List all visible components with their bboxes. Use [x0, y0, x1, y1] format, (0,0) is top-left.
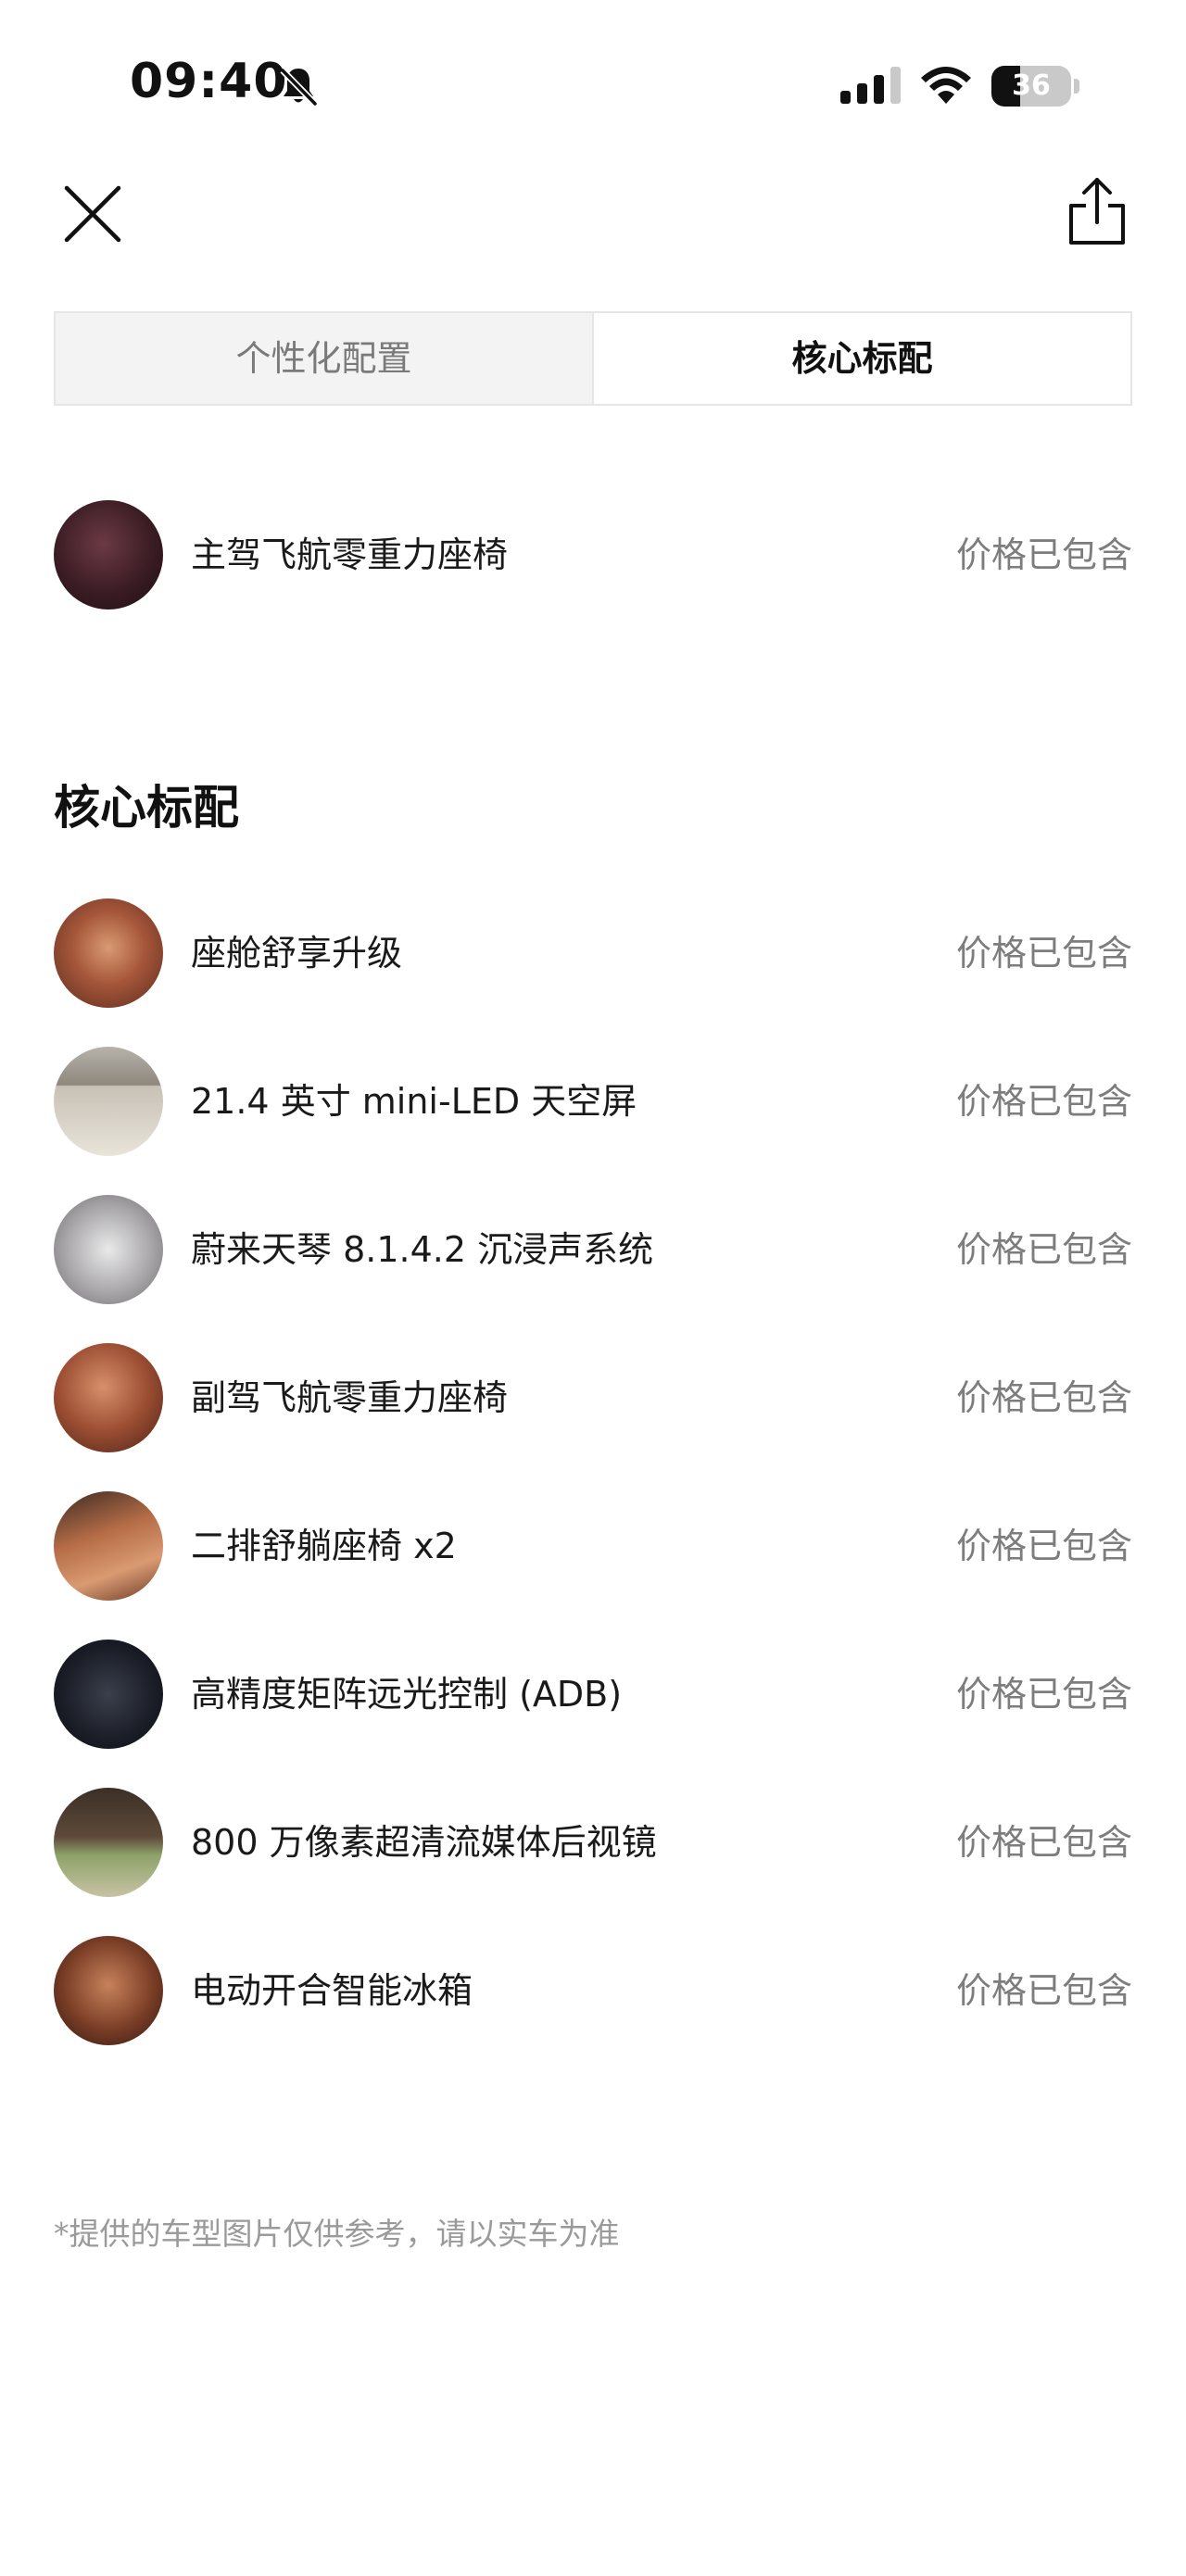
item-label: 二排舒躺座椅 x2	[191, 1526, 457, 1566]
item-price: 价格已包含	[955, 1377, 1132, 1418]
item-label: 座舱舒享升级	[191, 933, 403, 974]
list-item[interactable]: 座舱舒享升级 价格已包含	[54, 898, 1132, 1008]
item-thumbnail	[54, 1343, 163, 1452]
item-thumbnail	[54, 500, 163, 609]
status-bar: 09:40 36	[0, 0, 1186, 148]
item-thumbnail	[54, 898, 163, 1008]
item-label: 主驾飞航零重力座椅	[191, 534, 509, 575]
battery-icon: 36	[991, 66, 1080, 107]
list-item[interactable]: 二排舒躺座椅 x2 价格已包含	[54, 1491, 1132, 1601]
share-icon[interactable]	[1064, 174, 1130, 248]
item-price: 价格已包含	[955, 1229, 1132, 1270]
item-label: 高精度矩阵远光控制 (ADB)	[191, 1674, 623, 1715]
close-icon[interactable]	[59, 181, 126, 247]
battery-body: 36	[991, 66, 1071, 107]
list-item[interactable]: 副驾飞航零重力座椅 价格已包含	[54, 1343, 1132, 1452]
item-price: 价格已包含	[955, 1081, 1132, 1122]
wifi-icon	[921, 67, 971, 104]
tab-core-standard[interactable]: 核心标配	[592, 313, 1130, 404]
item-thumbnail	[54, 1047, 163, 1156]
item-label: 电动开合智能冰箱	[191, 1970, 473, 2011]
list-item[interactable]: 电动开合智能冰箱 价格已包含	[54, 1936, 1132, 2045]
item-price: 价格已包含	[955, 1674, 1132, 1715]
section-heading: 核心标配	[54, 781, 239, 835]
tab-personalized-config[interactable]: 个性化配置	[56, 313, 592, 404]
item-label: 蔚来天琴 8.1.4.2 沉浸声系统	[191, 1229, 654, 1270]
battery-level-text: 36	[1012, 69, 1051, 102]
item-label: 21.4 英寸 mini-LED 天空屏	[191, 1081, 637, 1122]
bell-slash-icon	[280, 68, 318, 107]
disclaimer-text: *提供的车型图片仅供参考，请以实车为准	[54, 2216, 620, 2252]
item-thumbnail	[54, 1936, 163, 2045]
tab-bar: 个性化配置 核心标配	[54, 311, 1132, 406]
item-price: 价格已包含	[955, 534, 1132, 575]
list-item[interactable]: 蔚来天琴 8.1.4.2 沉浸声系统 价格已包含	[54, 1195, 1132, 1304]
signal-icon	[840, 67, 901, 104]
item-label: 800 万像素超清流媒体后视镜	[191, 1822, 657, 1863]
item-price: 价格已包含	[955, 933, 1132, 974]
list-item[interactable]: 主驾飞航零重力座椅 价格已包含	[54, 500, 1132, 609]
list-item[interactable]: 高精度矩阵远光控制 (ADB) 价格已包含	[54, 1640, 1132, 1749]
item-label: 副驾飞航零重力座椅	[191, 1377, 509, 1418]
item-price: 价格已包含	[955, 1970, 1132, 2011]
battery-cap	[1074, 79, 1079, 94]
item-price: 价格已包含	[955, 1822, 1132, 1863]
list-item[interactable]: 21.4 英寸 mini-LED 天空屏 价格已包含	[54, 1047, 1132, 1156]
list-item[interactable]: 800 万像素超清流媒体后视镜 价格已包含	[54, 1788, 1132, 1897]
item-thumbnail	[54, 1640, 163, 1749]
item-price: 价格已包含	[955, 1526, 1132, 1566]
status-time: 09:40	[130, 54, 288, 109]
item-thumbnail	[54, 1195, 163, 1304]
item-thumbnail	[54, 1788, 163, 1897]
item-thumbnail	[54, 1491, 163, 1601]
